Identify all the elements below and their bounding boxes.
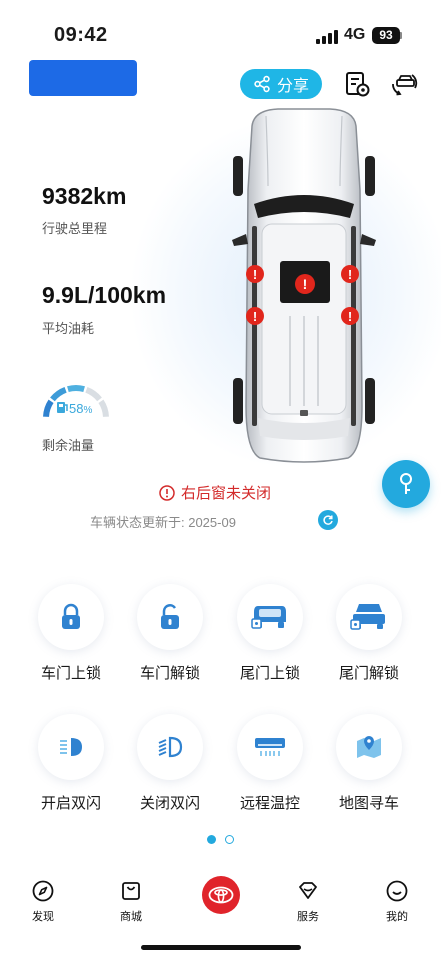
vehicle-name-badge[interactable]	[29, 60, 137, 96]
window-warning: 右后窗未关闭	[159, 482, 271, 503]
lock-icon	[58, 603, 84, 631]
map-pin-icon	[354, 733, 384, 761]
svg-text:!: !	[253, 309, 257, 324]
status-time: 09:42	[54, 24, 108, 46]
svg-text:!: !	[348, 267, 352, 282]
alert-icon	[159, 484, 175, 501]
warning-text: 右后窗未关闭	[181, 485, 272, 502]
hazard-off-label[interactable]: 关闭双闪	[125, 792, 215, 813]
fuel-level-label: 剩余油量	[42, 438, 95, 453]
share-button[interactable]: 分享	[240, 69, 322, 99]
nav-service[interactable]: 服务	[278, 880, 338, 924]
fuel-gauge-segment	[43, 399, 54, 418]
battery-icon: 93	[372, 27, 400, 44]
tailgate-lock-icon	[250, 602, 290, 632]
fuel-gauge-segment	[85, 387, 102, 402]
nav-label: 服务	[297, 911, 319, 923]
tailgate-lock-label[interactable]: 尾门上锁	[225, 662, 315, 683]
find-car-label[interactable]: 地图寻车	[324, 792, 414, 813]
fuel-percent: 58%	[69, 401, 92, 416]
nav-discover[interactable]: 发现	[13, 880, 73, 924]
mileage-label: 行驶总里程	[42, 221, 108, 236]
brand-logo-icon	[208, 886, 234, 904]
fuel-consumption-value: 9.9L/100km	[42, 282, 167, 308]
mileage-value: 9382km	[42, 183, 127, 209]
digital-key-button[interactable]	[382, 460, 430, 508]
nav-label: 我的	[386, 911, 408, 923]
home-indicator	[141, 945, 301, 950]
network-type: 4G	[344, 26, 366, 43]
hazard-off-icon	[156, 735, 184, 759]
tailgate-unlock-icon	[349, 602, 389, 632]
fuel-gauge-segment	[98, 399, 109, 418]
shopping-bag-icon	[122, 882, 140, 900]
refresh-icon	[323, 515, 333, 525]
tailgate-unlock-label[interactable]: 尾门解锁	[324, 662, 414, 683]
nav-mall[interactable]: 商城	[101, 880, 161, 924]
tailgate-lock-button[interactable]	[237, 584, 303, 650]
page-dot[interactable]	[225, 835, 234, 844]
status-updated-text: 车辆状态更新于: 2025-09	[90, 515, 236, 530]
nav-label: 商城	[120, 911, 142, 923]
smiley-icon	[386, 880, 408, 902]
compass-icon	[32, 880, 54, 902]
car-top-view: ! ! ! ! !	[232, 108, 376, 463]
svg-text:!: !	[348, 309, 352, 324]
fuel-gauge-segment	[67, 385, 85, 393]
diamond-icon	[299, 882, 317, 899]
share-icon	[254, 75, 270, 93]
door-unlock-label[interactable]: 车门解锁	[125, 662, 215, 683]
battery-tip	[400, 32, 402, 39]
door-lock-button[interactable]	[38, 584, 104, 650]
vehicle-report-icon[interactable]	[343, 70, 371, 98]
switch-vehicle-icon[interactable]	[390, 70, 418, 98]
nav-mine[interactable]: 我的	[367, 880, 427, 924]
fuel-gauge-segment	[50, 387, 67, 402]
hazard-off-button[interactable]	[137, 714, 203, 780]
door-lock-label[interactable]: 车门上锁	[26, 662, 116, 683]
fuel-consumption-label: 平均油耗	[42, 321, 95, 336]
svg-text:!: !	[303, 276, 308, 292]
door-unlock-button[interactable]	[137, 584, 203, 650]
nav-home-brand[interactable]	[202, 876, 240, 914]
hazard-on-button[interactable]	[38, 714, 104, 780]
refresh-button[interactable]	[318, 510, 338, 530]
unlock-icon	[157, 603, 183, 631]
hazard-on-icon	[57, 735, 85, 759]
svg-text:!: !	[253, 267, 257, 282]
tailgate-unlock-button[interactable]	[336, 584, 402, 650]
share-label: 分享	[276, 78, 309, 95]
climate-control-label[interactable]: 远程温控	[225, 792, 315, 813]
page-dot-active[interactable]	[207, 835, 216, 844]
fuel-pump-icon	[57, 402, 68, 413]
hazard-on-label[interactable]: 开启双闪	[26, 792, 116, 813]
fuel-percent-value: 58	[69, 401, 84, 416]
find-car-button[interactable]	[336, 714, 402, 780]
fuel-percent-unit: %	[83, 405, 93, 416]
nav-label: 发现	[32, 911, 54, 923]
key-icon	[400, 473, 412, 494]
signal-icon	[316, 30, 338, 44]
air-conditioner-icon	[253, 735, 287, 759]
climate-control-button[interactable]	[237, 714, 303, 780]
